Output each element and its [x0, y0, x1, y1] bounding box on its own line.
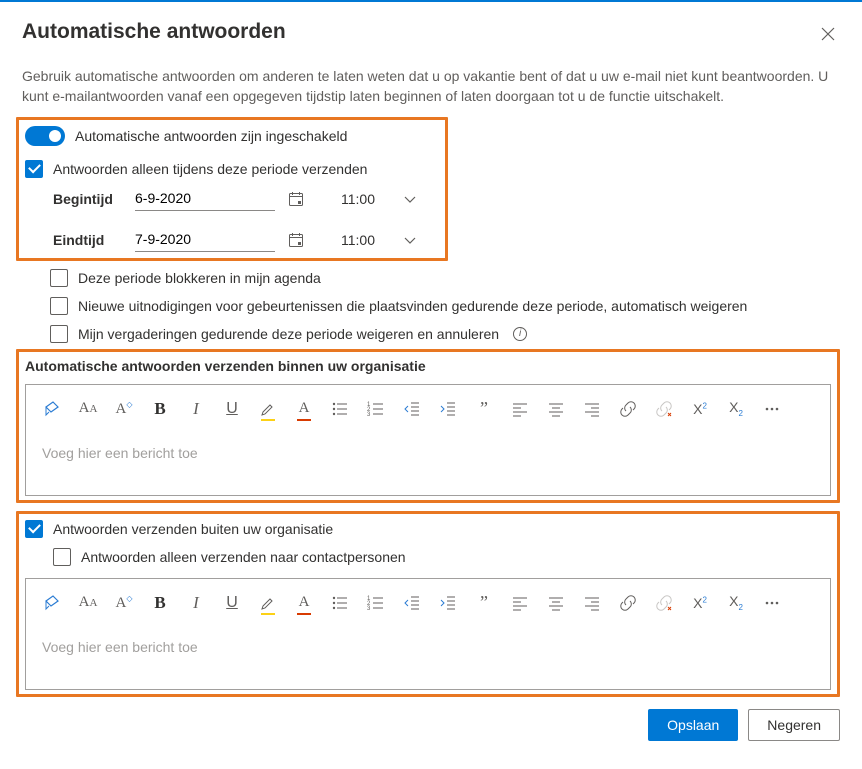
end-time-label: Eindtijd	[53, 232, 135, 248]
contacts-only-checkbox[interactable]	[53, 548, 71, 566]
close-icon[interactable]	[820, 26, 838, 44]
font-decrease-icon[interactable]: AA	[78, 593, 98, 613]
bullet-list-icon[interactable]	[330, 593, 350, 613]
highlight-icon[interactable]	[258, 593, 278, 613]
period-label: Antwoorden alleen tijdens deze periode v…	[53, 161, 367, 177]
cancel-meetings-label: Mijn vergaderingen gedurende deze period…	[78, 326, 499, 342]
bold-icon[interactable]: B	[150, 593, 170, 613]
decline-new-checkbox[interactable]	[50, 297, 68, 315]
unlink-icon[interactable]	[654, 399, 674, 419]
svg-text:3: 3	[367, 606, 371, 612]
font-increase-icon[interactable]: A◇	[114, 399, 134, 419]
bold-icon[interactable]: B	[150, 399, 170, 419]
align-left-icon[interactable]	[510, 399, 530, 419]
internal-heading: Automatische antwoorden verzenden binnen…	[25, 358, 831, 374]
bullet-list-icon[interactable]	[330, 399, 350, 419]
more-icon[interactable]	[762, 399, 782, 419]
align-center-icon[interactable]	[546, 399, 566, 419]
end-time-value[interactable]: 11:00	[341, 232, 399, 248]
font-color-icon[interactable]: A	[294, 399, 314, 419]
italic-icon[interactable]: I	[186, 593, 206, 613]
internal-toolbar: AA A◇ BIU A 123 ” X2 X2	[26, 385, 830, 433]
dialog-title: Automatische antwoorden	[22, 20, 840, 44]
external-toolbar: AA A◇ BIU A 123 ” X2 X2	[26, 579, 830, 627]
start-time-value[interactable]: 11:00	[341, 191, 399, 207]
external-editor[interactable]: Voeg hier een bericht toe	[26, 627, 830, 689]
quote-icon[interactable]: ”	[474, 593, 494, 613]
block-calendar-checkbox[interactable]	[50, 269, 68, 287]
calendar-icon[interactable]	[285, 188, 307, 210]
contacts-only-label: Antwoorden alleen verzenden naar contact…	[81, 549, 406, 565]
superscript-icon[interactable]: X2	[690, 399, 710, 419]
svg-text:3: 3	[367, 412, 371, 418]
outdent-icon[interactable]	[402, 593, 422, 613]
enable-toggle[interactable]	[25, 126, 65, 146]
number-list-icon[interactable]: 123	[366, 593, 386, 613]
outdent-icon[interactable]	[402, 399, 422, 419]
cancel-meetings-checkbox[interactable]	[50, 325, 68, 343]
start-date-input[interactable]	[135, 188, 275, 211]
external-enable-label: Antwoorden verzenden buiten uw organisat…	[53, 521, 333, 537]
cancel-button[interactable]: Negeren	[748, 709, 840, 741]
calendar-icon[interactable]	[285, 229, 307, 251]
end-date-input[interactable]	[135, 229, 275, 252]
chevron-down-icon[interactable]	[399, 229, 421, 251]
more-icon[interactable]	[762, 593, 782, 613]
link-icon[interactable]	[618, 593, 638, 613]
link-icon[interactable]	[618, 399, 638, 419]
highlight-icon[interactable]	[258, 399, 278, 419]
subscript-icon[interactable]: X2	[726, 399, 746, 419]
indent-icon[interactable]	[438, 399, 458, 419]
superscript-icon[interactable]: X2	[690, 593, 710, 613]
chevron-down-icon[interactable]	[399, 188, 421, 210]
font-increase-icon[interactable]: A◇	[114, 593, 134, 613]
font-color-icon[interactable]: A	[294, 593, 314, 613]
unlink-icon[interactable]	[654, 593, 674, 613]
align-center-icon[interactable]	[546, 593, 566, 613]
start-time-label: Begintijd	[53, 191, 135, 207]
period-checkbox[interactable]	[25, 160, 43, 178]
info-icon[interactable]: i	[513, 327, 527, 341]
align-right-icon[interactable]	[582, 593, 602, 613]
subscript-icon[interactable]: X2	[726, 593, 746, 613]
format-painter-icon[interactable]	[42, 593, 62, 613]
underline-icon[interactable]: U	[222, 399, 242, 419]
intro-text: Gebruik automatische antwoorden om ander…	[22, 66, 840, 107]
quote-icon[interactable]: ”	[474, 399, 494, 419]
enable-toggle-label: Automatische antwoorden zijn ingeschakel…	[75, 128, 347, 144]
align-right-icon[interactable]	[582, 399, 602, 419]
italic-icon[interactable]: I	[186, 399, 206, 419]
font-decrease-icon[interactable]: AA	[78, 399, 98, 419]
block-calendar-label: Deze periode blokkeren in mijn agenda	[78, 270, 321, 286]
align-left-icon[interactable]	[510, 593, 530, 613]
underline-icon[interactable]: U	[222, 593, 242, 613]
decline-new-label: Nieuwe uitnodigingen voor gebeurtenissen…	[78, 298, 747, 314]
external-enable-checkbox[interactable]	[25, 520, 43, 538]
format-painter-icon[interactable]	[42, 399, 62, 419]
save-button[interactable]: Opslaan	[648, 709, 738, 741]
internal-editor[interactable]: Voeg hier een bericht toe	[26, 433, 830, 495]
number-list-icon[interactable]: 123	[366, 399, 386, 419]
indent-icon[interactable]	[438, 593, 458, 613]
